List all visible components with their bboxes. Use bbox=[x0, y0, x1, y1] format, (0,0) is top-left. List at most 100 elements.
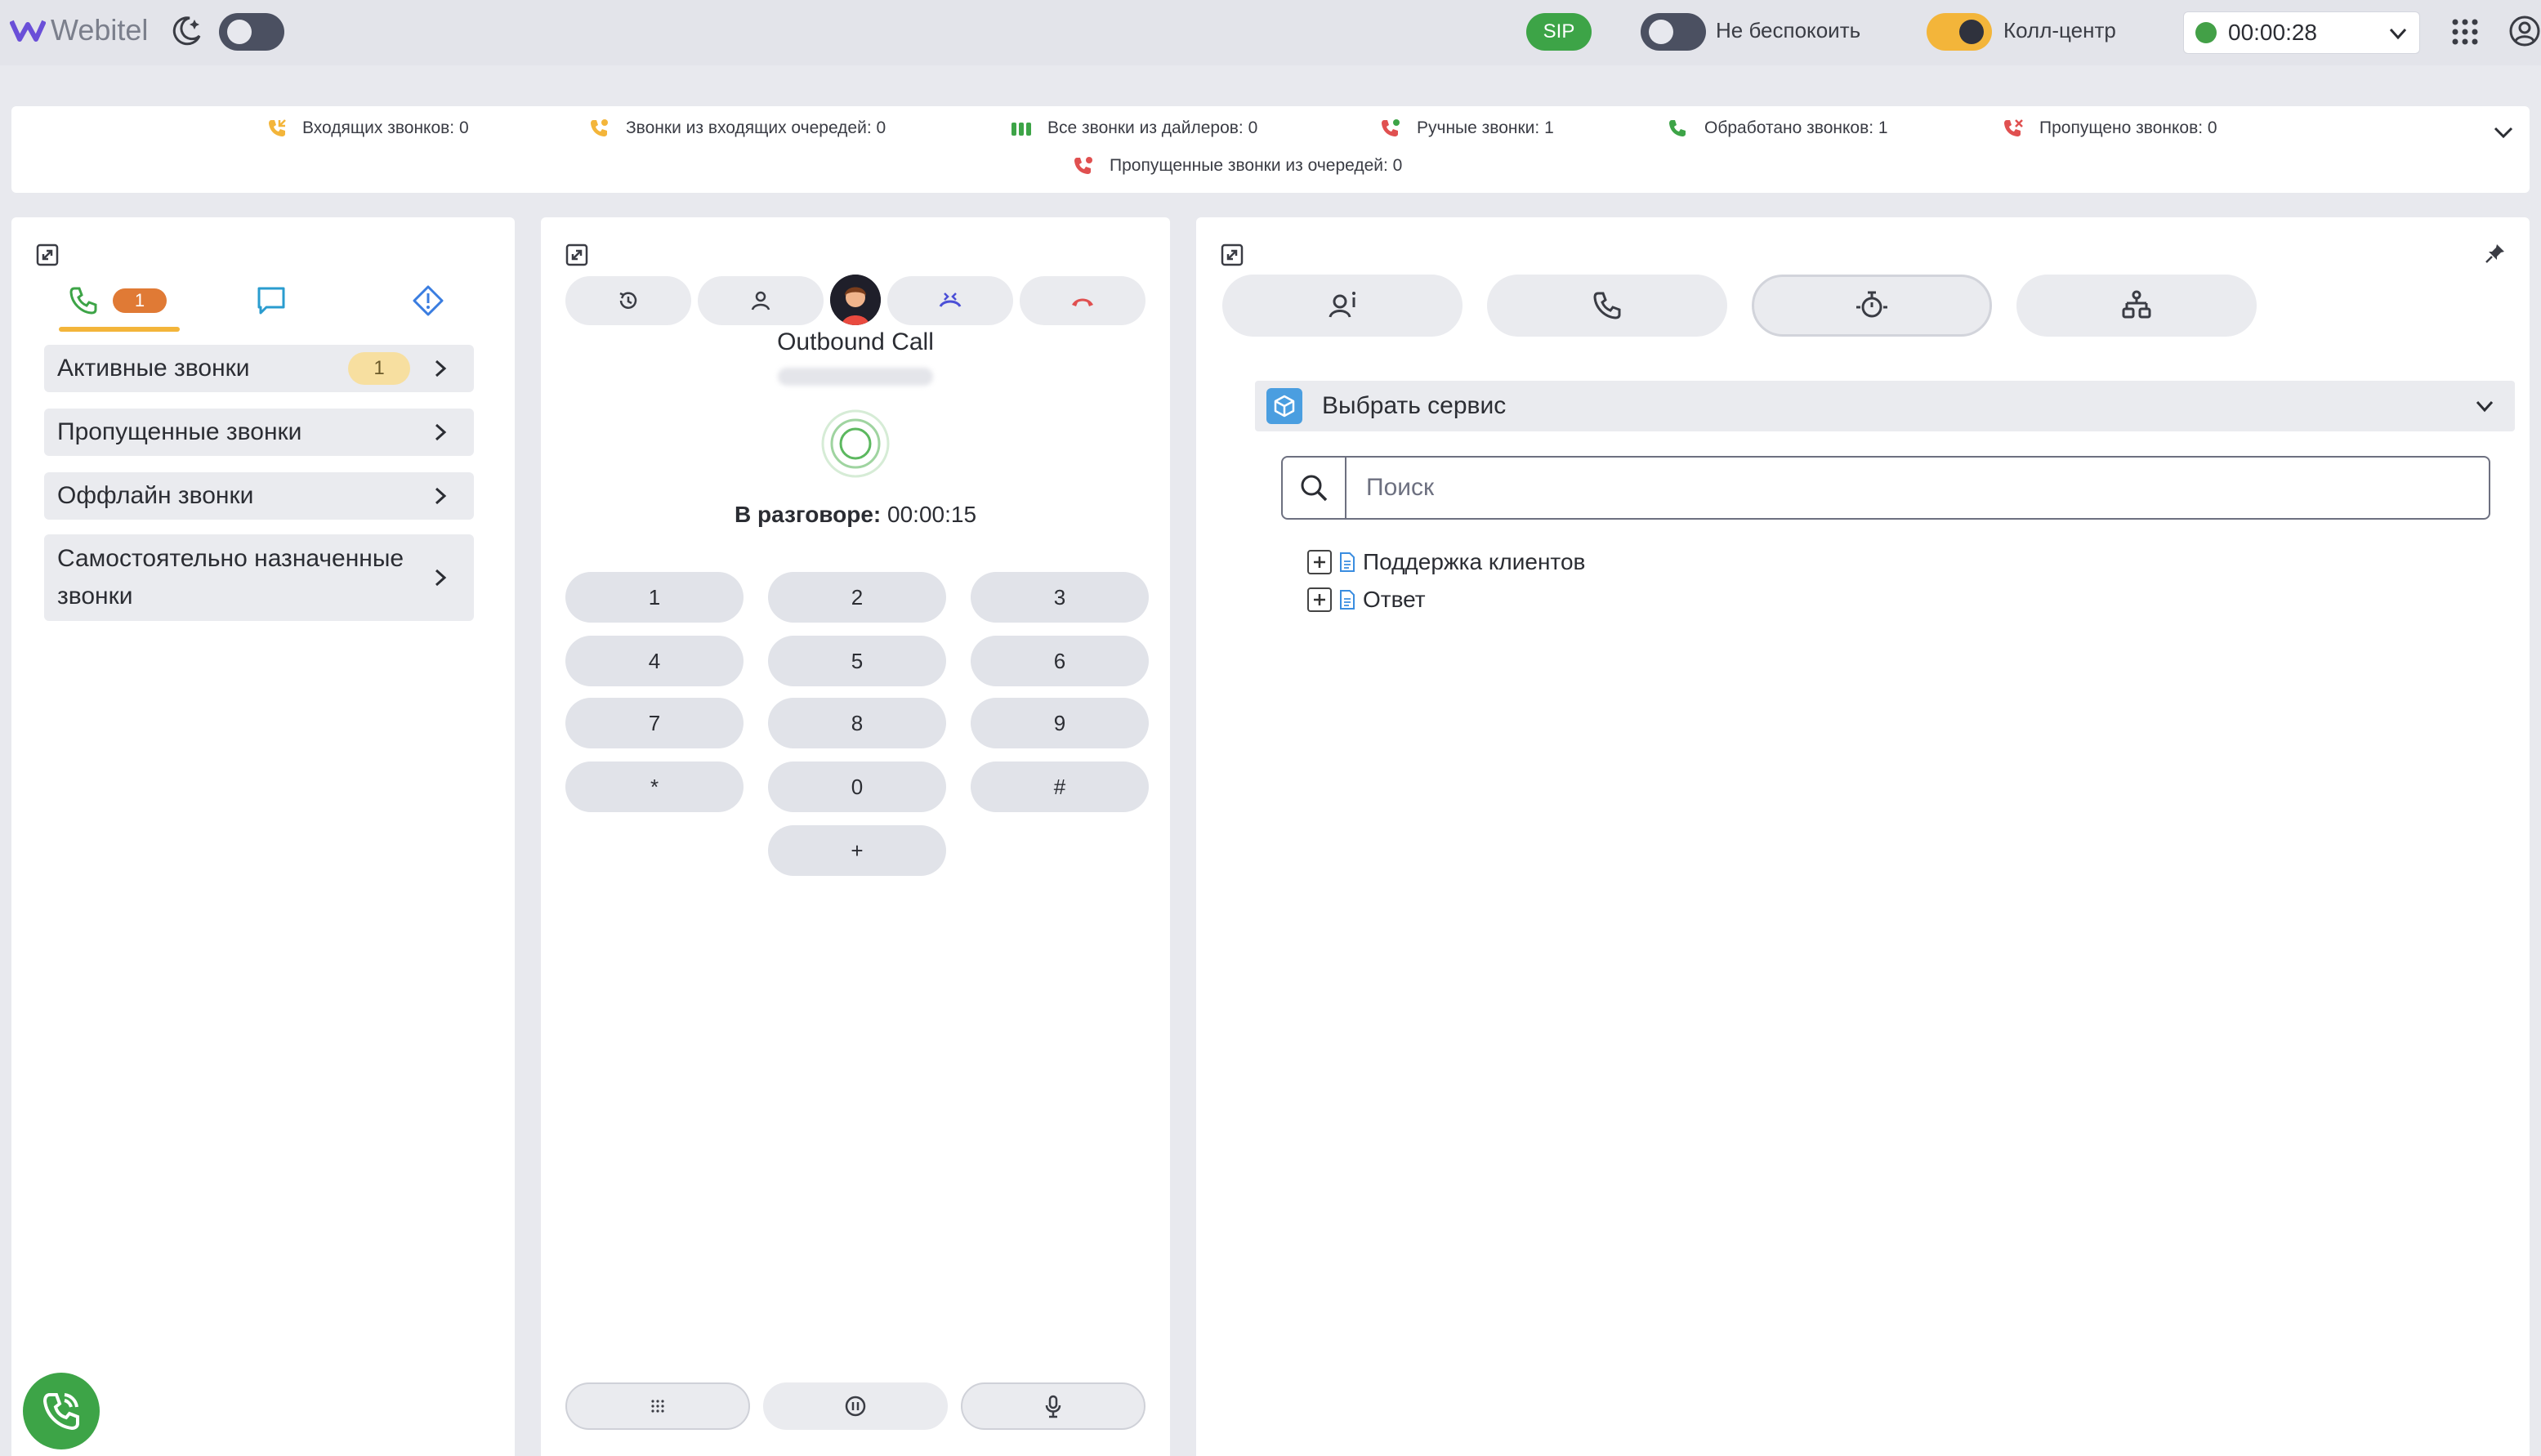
hangup-button[interactable] bbox=[1020, 276, 1145, 325]
chevron-right-icon bbox=[435, 423, 447, 441]
tab-tasks[interactable] bbox=[412, 276, 444, 325]
key-star[interactable]: * bbox=[565, 761, 744, 812]
list-item-label: Активные звонки bbox=[57, 355, 250, 382]
queue-call-icon bbox=[591, 119, 608, 136]
expand-plus-icon[interactable] bbox=[1307, 550, 1332, 574]
active-calls-badge: 1 bbox=[348, 352, 410, 385]
webitel-logo-icon bbox=[10, 20, 46, 42]
hold-button[interactable] bbox=[763, 1382, 948, 1430]
flow-diagram-icon bbox=[2122, 290, 2151, 319]
key-6[interactable]: 6 bbox=[971, 636, 1149, 686]
key-plus[interactable]: + bbox=[768, 825, 946, 876]
task-alert-icon bbox=[413, 285, 444, 316]
key-5[interactable]: 5 bbox=[768, 636, 946, 686]
call-active-indicator-icon bbox=[821, 409, 890, 478]
theme-moon-icon bbox=[170, 15, 203, 47]
expand-icon[interactable] bbox=[565, 243, 588, 266]
pin-icon[interactable] bbox=[2484, 242, 2507, 265]
history-button[interactable] bbox=[565, 276, 691, 325]
call-info-button[interactable] bbox=[1487, 275, 1727, 337]
tab-chats[interactable] bbox=[255, 276, 288, 325]
queue-panel: 1 Активные звонки 1 Пропущенные звонки О… bbox=[11, 217, 515, 1456]
key-9[interactable]: 9 bbox=[971, 698, 1149, 748]
flow-button[interactable] bbox=[2016, 275, 2257, 337]
status-indicator bbox=[2195, 22, 2217, 43]
workspace-panel: Выбрать сервис Поддержка клиентов bbox=[1196, 217, 2530, 1456]
stat-dialer: Все звонки из дайлеров: 0 bbox=[1010, 118, 1257, 139]
phone-icon bbox=[69, 287, 97, 315]
key-7[interactable]: 7 bbox=[565, 698, 744, 748]
callcenter-label: Колл-центр bbox=[2003, 18, 2116, 42]
softphone-fab-button[interactable] bbox=[23, 1373, 100, 1449]
chevron-down-icon bbox=[2476, 400, 2494, 413]
key-3[interactable]: 3 bbox=[971, 572, 1149, 623]
apps-grid-icon[interactable] bbox=[2451, 18, 2479, 46]
list-item-self-assigned-calls[interactable]: Самостоятельно назначенные звонки bbox=[44, 534, 474, 621]
transfer-call-icon bbox=[939, 293, 962, 307]
service-search[interactable] bbox=[1281, 456, 2490, 520]
logo-text: Webitel bbox=[51, 13, 149, 47]
stat-handled: Обработано звонков: 1 bbox=[1667, 118, 1888, 139]
tree-item-answer[interactable]: Ответ bbox=[1307, 587, 1426, 613]
missed-queue-call-icon bbox=[1074, 157, 1092, 174]
stat-label: Входящих звонков: 0 bbox=[302, 118, 469, 137]
key-8[interactable]: 8 bbox=[768, 698, 946, 748]
user-account-icon[interactable] bbox=[2508, 15, 2541, 47]
dnd-toggle[interactable] bbox=[1641, 13, 1706, 51]
tab-calls-badge: 1 bbox=[113, 288, 167, 313]
caller-number-blurred bbox=[778, 368, 933, 386]
pause-icon bbox=[845, 1396, 866, 1417]
keypad-toggle-button[interactable] bbox=[565, 1382, 750, 1430]
stat-missed-queue: Пропущенные звонки из очередей: 0 bbox=[1072, 155, 1402, 176]
webitel-logo: Webitel bbox=[10, 13, 148, 47]
key-4[interactable]: 4 bbox=[565, 636, 744, 686]
dnd-label: Не беспокоить bbox=[1716, 18, 1861, 42]
stat-missed: Пропущено звонков: 0 bbox=[2002, 118, 2217, 139]
key-1[interactable]: 1 bbox=[565, 572, 744, 623]
expand-icon[interactable] bbox=[1221, 243, 1244, 266]
key-0[interactable]: 0 bbox=[768, 761, 946, 812]
list-item-missed-calls[interactable]: Пропущенные звонки bbox=[44, 409, 474, 456]
search-input[interactable] bbox=[1364, 473, 2430, 502]
tree-item-label: Ответ bbox=[1363, 587, 1426, 612]
tree-item-support[interactable]: Поддержка клиентов bbox=[1307, 549, 1585, 575]
status-timer: 00:00:28 bbox=[2228, 20, 2317, 45]
contact-button[interactable] bbox=[698, 276, 824, 325]
stat-label: Ручные звонки: 1 bbox=[1417, 118, 1554, 137]
keypad-icon bbox=[651, 1400, 664, 1413]
mute-button[interactable] bbox=[961, 1382, 1145, 1430]
handled-call-icon bbox=[1669, 120, 1686, 136]
microphone-icon bbox=[1045, 1395, 1061, 1418]
transfer-button[interactable] bbox=[887, 276, 1013, 325]
talk-time: 00:00:15 bbox=[887, 502, 977, 527]
document-icon bbox=[1340, 552, 1355, 572]
theme-toggle[interactable] bbox=[219, 13, 284, 51]
collapse-stats-chevron-icon[interactable] bbox=[2490, 119, 2516, 145]
person-icon bbox=[751, 291, 770, 310]
agent-status-select[interactable]: 00:00:28 bbox=[2183, 11, 2420, 54]
service-select[interactable]: Выбрать сервис bbox=[1255, 381, 2515, 431]
manual-call-icon bbox=[1382, 119, 1400, 136]
sip-badge[interactable]: SIP bbox=[1526, 13, 1592, 51]
list-item-active-calls[interactable]: Активные звонки 1 bbox=[44, 345, 474, 392]
key-2[interactable]: 2 bbox=[768, 572, 946, 623]
timer-tab-button[interactable] bbox=[1752, 275, 1992, 337]
tab-active-underline bbox=[59, 327, 180, 332]
expand-icon[interactable] bbox=[36, 243, 59, 266]
queue-tabs: 1 bbox=[59, 276, 516, 333]
expand-plus-icon[interactable] bbox=[1307, 587, 1332, 612]
stat-label: Звонки из входящих очередей: 0 bbox=[626, 118, 886, 137]
document-icon bbox=[1340, 590, 1355, 610]
list-item-offline-calls[interactable]: Оффлайн звонки bbox=[44, 472, 474, 520]
hangup-icon bbox=[1072, 298, 1093, 306]
tree-item-label: Поддержка клиентов bbox=[1363, 549, 1586, 574]
list-item-label: Пропущенные звонки bbox=[57, 418, 302, 445]
callcenter-toggle[interactable] bbox=[1927, 13, 1992, 51]
list-item-label: Оффлайн звонки bbox=[57, 482, 254, 509]
client-info-button[interactable] bbox=[1222, 275, 1463, 337]
tab-calls[interactable]: 1 bbox=[67, 276, 167, 325]
call-stats-bar: Входящих звонков: 0 Звонки из входящих о… bbox=[11, 106, 2530, 193]
key-hash[interactable]: # bbox=[971, 761, 1149, 812]
phone-ringing-icon bbox=[42, 1393, 79, 1431]
list-item-label: Самостоятельно назначенные звонки bbox=[57, 545, 404, 610]
